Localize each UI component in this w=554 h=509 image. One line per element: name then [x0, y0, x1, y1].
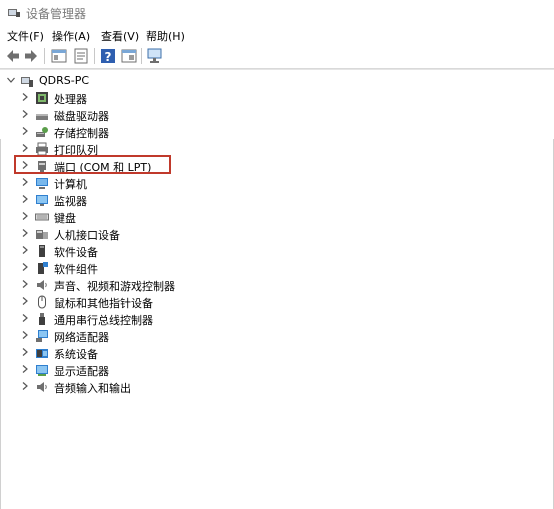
tree-item-print-queues[interactable]: 打印队列: [0, 141, 554, 157]
tree-item-label: 鼠标和其他指针设备: [54, 297, 153, 310]
tree-item-label: 声音、视频和游戏控制器: [54, 280, 175, 293]
tree-item-keyboards[interactable]: 键盘: [0, 209, 554, 225]
tree-item-label: 磁盘驱动器: [54, 110, 109, 123]
display-adapter-icon: [36, 365, 48, 376]
title-bar: 设备管理器: [0, 0, 554, 24]
tree-root-node[interactable]: QDRS-PC: [0, 73, 554, 89]
tree-item-label: 处理器: [54, 93, 87, 106]
hid-icon: [36, 230, 48, 239]
menu-file[interactable]: 文件(F): [7, 28, 44, 44]
tree-item-audio-io[interactable]: 音频输入和输出: [0, 379, 554, 395]
chevron-right-icon[interactable]: [20, 194, 30, 204]
keyboard-icon: [35, 213, 49, 221]
chevron-right-icon[interactable]: [20, 330, 30, 340]
chevron-right-icon[interactable]: [20, 228, 30, 238]
monitor-icon: [36, 195, 48, 206]
toolbar-separator: [94, 48, 95, 64]
chevron-down-icon[interactable]: [6, 75, 16, 85]
chevron-right-icon[interactable]: [20, 109, 30, 119]
tree-item-software-components[interactable]: 软件组件: [0, 260, 554, 276]
tree-item-label: 通用串行总线控制器: [54, 314, 153, 327]
tree-item-usb-controllers[interactable]: 通用串行总线控制器: [0, 311, 554, 327]
chevron-right-icon[interactable]: [20, 245, 30, 255]
chevron-right-icon[interactable]: [20, 160, 30, 170]
tree-item-ports-com-lpt[interactable]: 端口 (COM 和 LPT): [0, 158, 554, 174]
tree-root-label: QDRS-PC: [39, 74, 90, 87]
chevron-right-icon[interactable]: [20, 92, 30, 102]
chevron-right-icon[interactable]: [20, 296, 30, 306]
print-queue-icon: [36, 142, 48, 156]
menu-help[interactable]: 帮助(H): [146, 28, 185, 44]
tree-item-label: 打印队列: [54, 144, 98, 157]
menu-action[interactable]: 操作(A): [52, 28, 90, 44]
tree-item-system-devices[interactable]: 系统设备: [0, 345, 554, 361]
show-hide-tree-icon[interactable]: [50, 47, 68, 65]
computer-icon: [36, 178, 48, 189]
tree-item-software-devices[interactable]: 软件设备: [0, 243, 554, 259]
network-adapter-icon: [36, 330, 48, 342]
audio-io-icon: [37, 382, 47, 392]
device-manager-app-icon: [8, 9, 20, 17]
software-device-icon: [39, 245, 45, 257]
tree-item-monitors[interactable]: 监视器: [0, 192, 554, 208]
tree-item-label: 网络适配器: [54, 331, 109, 344]
toolbar-separator: [141, 48, 142, 64]
update-driver-icon[interactable]: [120, 47, 138, 65]
menu-bar: 文件(F) 操作(A) 查看(V) 帮助(H): [0, 25, 554, 44]
tree-item-hid[interactable]: 人机接口设备: [0, 226, 554, 242]
back-icon[interactable]: [4, 47, 22, 65]
chevron-right-icon[interactable]: [20, 143, 30, 153]
tree-item-display-adapters[interactable]: 显示适配器: [0, 362, 554, 378]
forward-icon[interactable]: [22, 47, 40, 65]
tree-item-sound-video-game[interactable]: 声音、视频和游戏控制器: [0, 277, 554, 293]
port-icon: [38, 161, 46, 172]
chevron-right-icon[interactable]: [20, 279, 30, 289]
software-component-icon: [38, 262, 48, 274]
disk-drive-icon: [36, 114, 48, 120]
toolbar-separator: [44, 48, 45, 64]
chevron-right-icon[interactable]: [20, 177, 30, 187]
storage-controller-icon: [36, 127, 48, 137]
tree-item-disk-drives[interactable]: 磁盘驱动器: [0, 107, 554, 123]
chevron-right-icon[interactable]: [20, 313, 30, 323]
chevron-right-icon[interactable]: [20, 126, 30, 136]
device-manager-window: 设备管理器 文件(F) 操作(A) 查看(V) 帮助(H) ? QDRS-PC …: [0, 0, 554, 509]
chevron-right-icon[interactable]: [20, 381, 30, 391]
tree-item-label: 显示适配器: [54, 365, 109, 378]
tree-item-label: 人机接口设备: [54, 229, 120, 242]
mouse-icon: [38, 295, 46, 309]
svg-text:?: ?: [105, 50, 112, 64]
tree-item-label: 软件组件: [54, 263, 98, 276]
sound-icon: [37, 280, 47, 290]
tree-item-label: 监视器: [54, 195, 87, 208]
tree-item-label: 计算机: [54, 178, 87, 191]
chevron-right-icon[interactable]: [20, 347, 30, 357]
help-icon[interactable]: ?: [99, 47, 117, 65]
tree-item-label: 存储控制器: [54, 127, 109, 140]
computer-root-icon: [21, 77, 33, 87]
chevron-right-icon[interactable]: [20, 262, 30, 272]
menu-view[interactable]: 查看(V): [101, 28, 139, 44]
tree-item-label: 键盘: [54, 212, 76, 225]
tree-item-label: 端口 (COM 和 LPT): [54, 161, 152, 174]
tree-item-mice[interactable]: 鼠标和其他指针设备: [0, 294, 554, 310]
tree-item-label: 音频输入和输出: [54, 382, 131, 395]
tree-item-computer[interactable]: 计算机: [0, 175, 554, 191]
window-title: 设备管理器: [26, 7, 87, 21]
tree-item-processor[interactable]: 处理器: [0, 90, 554, 106]
properties-icon[interactable]: [72, 47, 90, 65]
chevron-right-icon[interactable]: [20, 364, 30, 374]
usb-icon: [39, 313, 45, 325]
tree-item-label: 软件设备: [54, 246, 98, 259]
scan-hardware-icon[interactable]: [146, 47, 164, 65]
system-device-icon: [36, 349, 48, 358]
chevron-right-icon[interactable]: [20, 211, 30, 221]
toolbar: ?: [0, 44, 554, 69]
device-tree: QDRS-PC 处理器 磁盘驱动器 存储控制器 打印队列 端口 (COM 和 L…: [0, 69, 554, 509]
tree-item-network-adapters[interactable]: 网络适配器: [0, 328, 554, 344]
processor-icon: [36, 92, 48, 104]
tree-item-storage-controllers[interactable]: 存储控制器: [0, 124, 554, 140]
tree-item-label: 系统设备: [54, 348, 98, 361]
